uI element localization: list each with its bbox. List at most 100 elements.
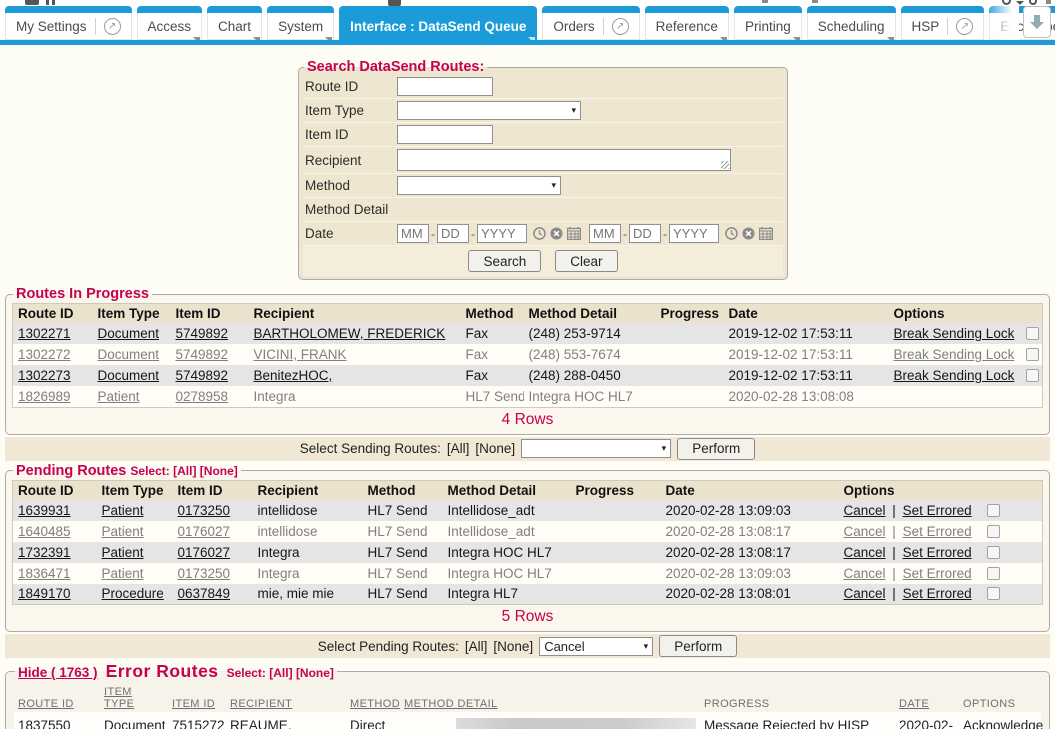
set-errored-link[interactable]: Set Errored: [903, 566, 972, 581]
break-sending-lock-link[interactable]: Break Sending Lock: [894, 347, 1015, 362]
column-header-sortable[interactable]: ROUTE ID: [14, 684, 100, 712]
cancel-link[interactable]: Cancel: [844, 524, 886, 539]
route-id-link[interactable]: 1849170: [18, 586, 71, 601]
route-id-link[interactable]: 1836471: [18, 566, 71, 581]
route-id-link[interactable]: 1302272: [18, 347, 71, 362]
method-select[interactable]: ▾: [397, 176, 561, 195]
row-select-checkbox[interactable]: [1026, 369, 1039, 382]
row-select-checkbox[interactable]: [1026, 327, 1039, 340]
column-header-sortable[interactable]: METHOD DETAIL: [400, 684, 700, 712]
row-select-checkbox[interactable]: [987, 587, 1000, 600]
column-header-sortable[interactable]: ITEM ID: [168, 684, 226, 712]
row-select-checkbox[interactable]: [1026, 348, 1039, 361]
error-options-links[interactable]: Acknowledge | Resend: [963, 718, 1043, 729]
break-sending-lock-link[interactable]: Break Sending Lock: [894, 326, 1015, 341]
item-id-link[interactable]: 5749892: [176, 368, 229, 383]
calendar-icon[interactable]: [759, 227, 773, 240]
item-id-link[interactable]: 0637849: [178, 586, 231, 601]
set-errored-link[interactable]: Set Errored: [903, 503, 972, 518]
tab-chart[interactable]: Chart: [207, 6, 262, 40]
item-type-link[interactable]: Patient: [98, 389, 140, 404]
item-id-input[interactable]: [397, 125, 493, 144]
item-type-link[interactable]: Document: [98, 347, 160, 362]
recipient-link[interactable]: BARTHOLOMEW, FREDERICK: [254, 326, 446, 341]
calendar-icon[interactable]: [567, 227, 581, 240]
cancel-link[interactable]: Cancel: [844, 503, 886, 518]
select-all-link[interactable]: [All]: [447, 441, 470, 456]
tab-printing[interactable]: Printing: [734, 6, 802, 40]
tab-access[interactable]: Access: [137, 6, 203, 40]
date-from-year-input[interactable]: [477, 224, 527, 243]
route-id-input[interactable]: [397, 77, 493, 96]
date-to-day-input[interactable]: [629, 224, 661, 243]
clear-date-icon[interactable]: [550, 227, 563, 240]
item-id-link[interactable]: 5749892: [176, 326, 229, 341]
item-type-link[interactable]: Patient: [102, 503, 144, 518]
row-select-checkbox[interactable]: [987, 504, 1000, 517]
column-header-sortable[interactable]: DATE: [895, 684, 959, 712]
route-id-link[interactable]: 1826989: [18, 389, 71, 404]
column-header-sortable[interactable]: RECIPIENT: [226, 684, 346, 712]
date-from-month-input[interactable]: [397, 224, 429, 243]
select-none-link[interactable]: [None]: [296, 666, 334, 680]
tab-hsp[interactable]: HSP ↗: [901, 6, 985, 40]
item-type-link[interactable]: Patient: [102, 524, 144, 539]
break-sending-lock-link[interactable]: Break Sending Lock: [894, 368, 1015, 383]
item-id-link[interactable]: 0173250: [178, 566, 231, 581]
column-header-sortable[interactable]: ITEM TYPE: [100, 684, 168, 712]
clock-icon[interactable]: [533, 227, 546, 240]
clock-icon[interactable]: [725, 227, 738, 240]
item-id-link[interactable]: 0176027: [178, 524, 231, 539]
cancel-link[interactable]: Cancel: [844, 566, 886, 581]
item-id-link[interactable]: 0173250: [178, 503, 231, 518]
pending-action-select[interactable]: Cancel ▾: [539, 637, 653, 656]
item-type-link[interactable]: Document: [98, 326, 160, 341]
recipient-textarea[interactable]: [397, 149, 731, 171]
select-all-link[interactable]: [All]: [465, 639, 488, 654]
search-button[interactable]: Search: [468, 250, 541, 272]
item-type-link[interactable]: Document: [98, 368, 160, 383]
open-in-new-icon[interactable]: ↗: [947, 18, 973, 35]
row-select-checkbox[interactable]: [987, 567, 1000, 580]
item-id-link[interactable]: 0176027: [178, 545, 231, 560]
route-id-link[interactable]: 1732391: [18, 545, 71, 560]
perform-button[interactable]: Perform: [677, 438, 755, 460]
set-errored-link[interactable]: Set Errored: [903, 586, 972, 601]
select-none-link[interactable]: [None]: [200, 464, 238, 478]
item-type-select[interactable]: ▾: [397, 101, 581, 120]
route-id-link[interactable]: 1302273: [18, 368, 71, 383]
route-id-link[interactable]: 1640485: [18, 524, 71, 539]
item-type-link[interactable]: Procedure: [102, 586, 164, 601]
set-errored-link[interactable]: Set Errored: [903, 545, 972, 560]
item-type-link[interactable]: Patient: [102, 566, 144, 581]
open-in-new-icon[interactable]: ↗: [603, 18, 629, 35]
select-all-link[interactable]: [All]: [269, 666, 292, 680]
item-id-link[interactable]: 5749892: [176, 347, 229, 362]
date-to-month-input[interactable]: [589, 224, 621, 243]
select-all-link[interactable]: [All]: [173, 464, 196, 478]
hide-error-routes-link[interactable]: Hide ( 1763 ): [18, 665, 98, 680]
row-select-checkbox[interactable]: [987, 525, 1000, 538]
tab-my-settings[interactable]: My Settings ↗: [5, 6, 132, 40]
item-type-link[interactable]: Patient: [102, 545, 144, 560]
clear-button[interactable]: Clear: [555, 250, 617, 272]
column-header-sortable[interactable]: METHOD: [346, 684, 400, 712]
route-id-link[interactable]: 1302271: [18, 326, 71, 341]
clear-date-icon[interactable]: [742, 227, 755, 240]
item-id-link[interactable]: 0278958: [176, 389, 229, 404]
sending-action-select[interactable]: ▾: [521, 439, 671, 458]
resize-grip-icon[interactable]: [721, 161, 729, 169]
tab-system[interactable]: System: [267, 6, 334, 40]
cancel-link[interactable]: Cancel: [844, 545, 886, 560]
row-select-checkbox[interactable]: [987, 546, 1000, 559]
set-errored-link[interactable]: Set Errored: [903, 524, 972, 539]
select-none-link[interactable]: [None]: [475, 441, 515, 456]
recipient-link[interactable]: VICINI, FRANK: [254, 347, 347, 362]
tab-scheduling[interactable]: Scheduling: [807, 6, 896, 40]
date-from-day-input[interactable]: [437, 224, 469, 243]
recipient-link[interactable]: BenitezHOC,: [254, 368, 333, 383]
tab-orders[interactable]: Orders ↗: [542, 6, 639, 40]
perform-button[interactable]: Perform: [659, 635, 737, 657]
tabs-overflow-button[interactable]: [1023, 6, 1051, 38]
route-id-link[interactable]: 1639931: [18, 503, 71, 518]
